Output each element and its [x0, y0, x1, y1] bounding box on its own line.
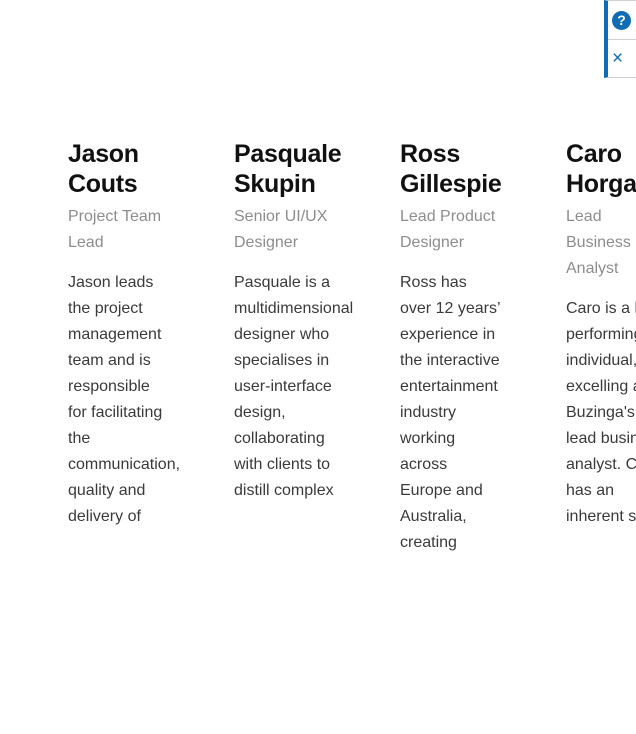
- member-role: Project Team Lead: [68, 208, 162, 251]
- member-role: Lead Product Designer: [400, 208, 496, 251]
- member-name: Ross Gillespie: [400, 140, 502, 198]
- member-name: Caro Horgan: [566, 140, 636, 198]
- close-button[interactable]: ×: [608, 39, 636, 77]
- team-member-list: Jason Couts Project Team Lead Jason lead…: [68, 139, 636, 556]
- member-bio: Caro is a high performing individual, ex…: [566, 300, 636, 525]
- question-mark-icon: ?: [612, 10, 631, 30]
- member-bio: Jason leads the project management team …: [68, 274, 181, 525]
- member-name: Pasquale Skupin: [234, 140, 342, 198]
- member-name: Jason Couts: [68, 140, 139, 198]
- member-role: Lead Business Analyst: [566, 208, 631, 277]
- help-button[interactable]: ?: [608, 1, 636, 39]
- team-member-card: Caro Horgan Lead Business Analyst Caro i…: [566, 139, 636, 530]
- member-bio: Pasquale is a multidimensional designer …: [234, 274, 354, 499]
- help-close-widget: ? ×: [604, 0, 636, 78]
- team-member-card: Pasquale Skupin Senior UI/UX Designer Pa…: [234, 139, 354, 504]
- team-member-card: Ross Gillespie Lead Product Designer Ros…: [400, 139, 502, 556]
- team-member-card: Jason Couts Project Team Lead Jason lead…: [68, 139, 181, 530]
- close-icon: ×: [612, 48, 624, 69]
- member-role: Senior UI/UX Designer: [234, 208, 328, 251]
- member-bio: Ross has over 12 years’ experience in th…: [400, 274, 500, 551]
- team-section: Jason Couts Project Team Lead Jason lead…: [0, 0, 636, 734]
